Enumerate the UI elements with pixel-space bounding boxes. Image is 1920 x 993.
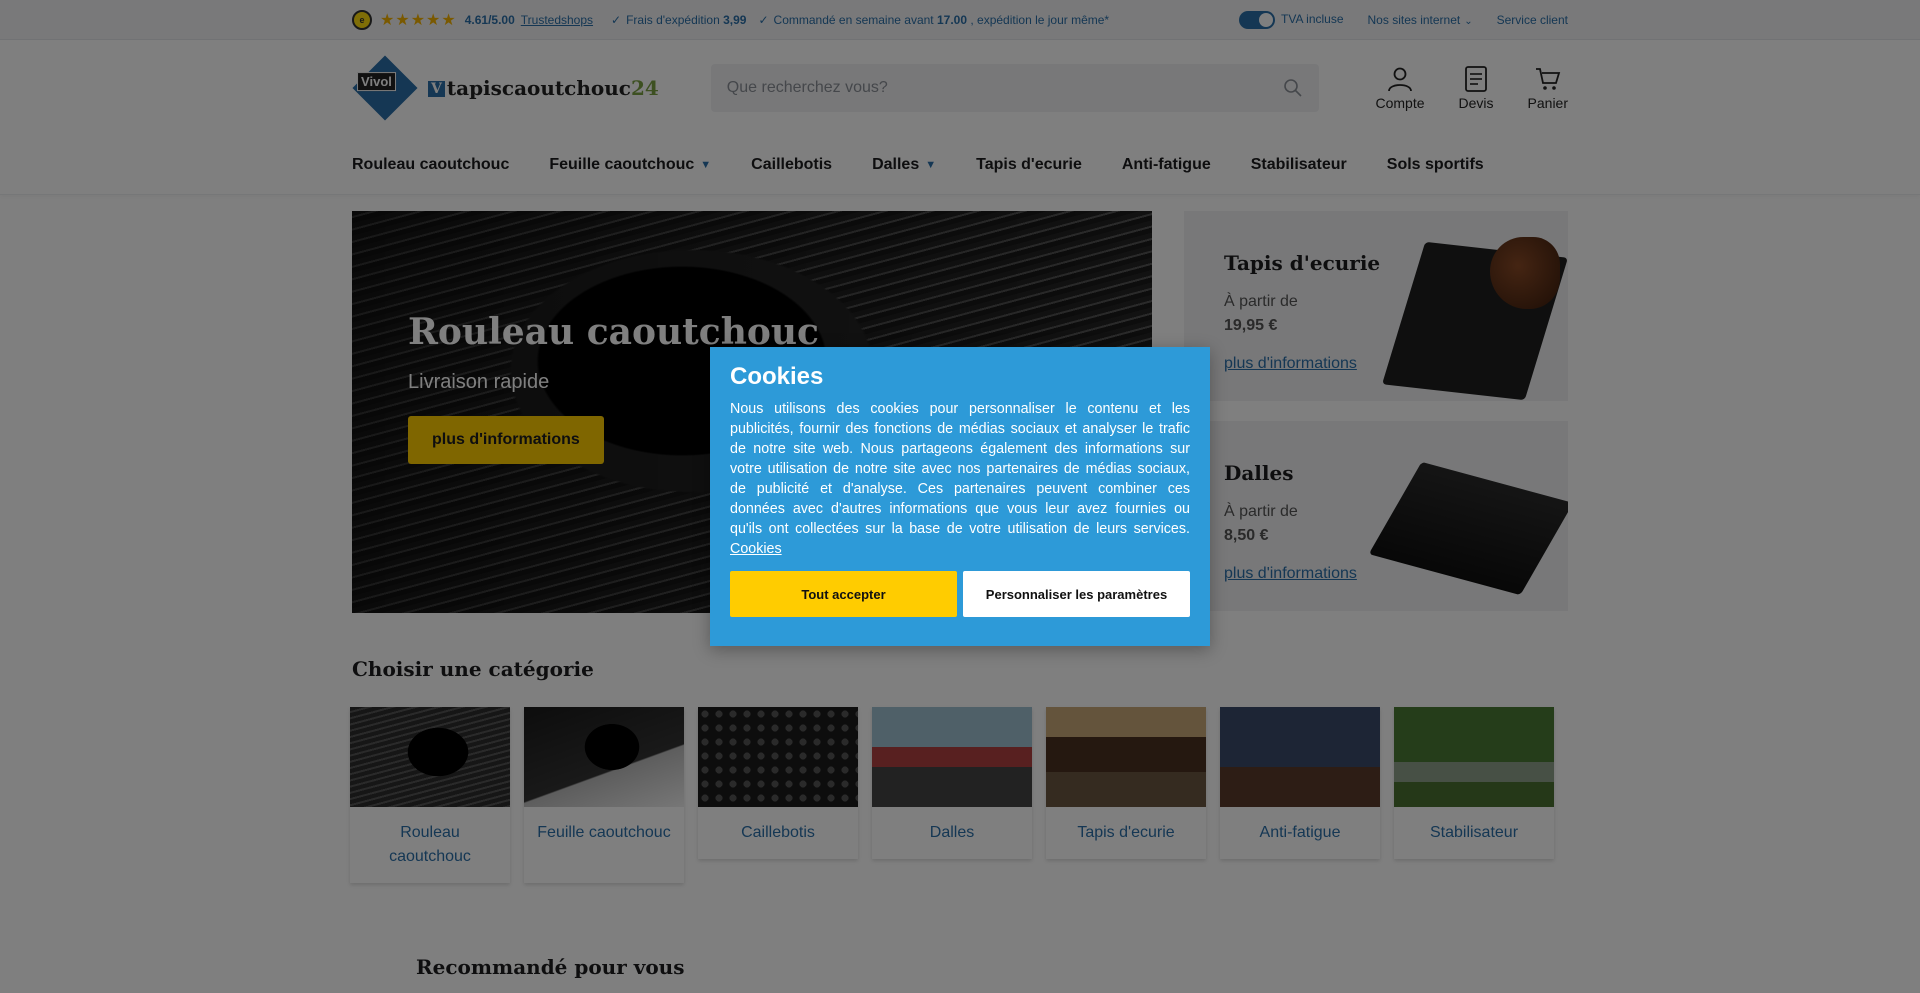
cookie-policy-link[interactable]: Cookies [730, 541, 782, 557]
cookie-text: Nous utilisons des cookies pour personna… [730, 401, 1190, 557]
accept-all-button[interactable]: Tout accepter [730, 571, 957, 617]
cookie-consent-dialog: Cookies Nous utilisons des cookies pour … [710, 347, 1210, 646]
cookie-title: Cookies [730, 363, 824, 390]
customize-settings-button[interactable]: Personnaliser les paramètres [963, 571, 1190, 617]
